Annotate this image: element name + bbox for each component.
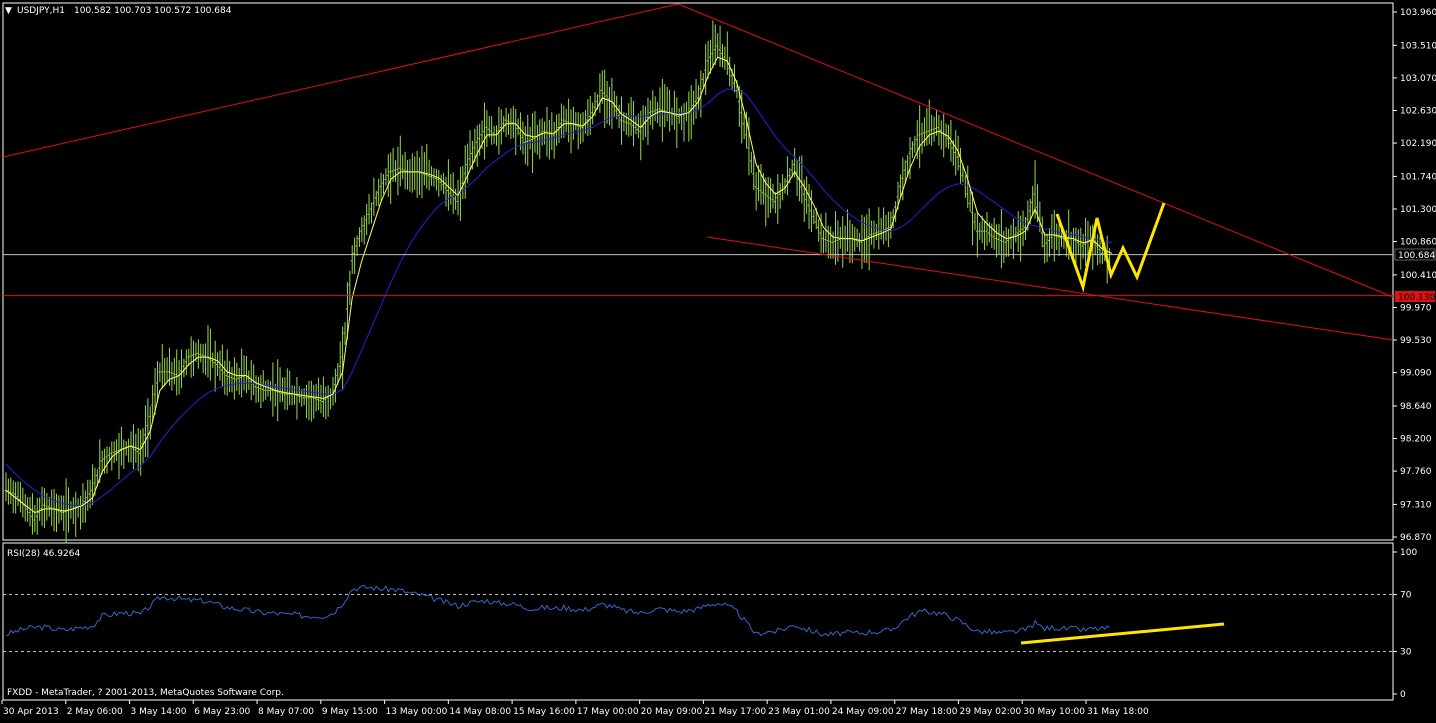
time-tick-label: 8 May 07:00	[258, 707, 314, 717]
time-tick-label: 23 May 01:00	[768, 707, 830, 717]
time-tick-label: 20 May 09:00	[641, 707, 703, 717]
price-tick-label: 99.530	[1400, 336, 1432, 346]
price-tick-label: 97.310	[1400, 500, 1432, 510]
red-level-text: 100.130	[1398, 293, 1435, 303]
time-tick-label: 27 May 18:00	[896, 707, 958, 717]
time-tick-label: 30 May 10:00	[1023, 707, 1085, 717]
time-tick-label: 21 May 17:00	[704, 707, 766, 717]
price-tick-label: 98.200	[1400, 435, 1432, 445]
symbol-label: USDJPY,H1	[17, 6, 65, 16]
price-tick-label: 103.070	[1400, 74, 1436, 84]
price-tick-label: 100.860	[1400, 238, 1436, 248]
time-tick-label: 13 May 00:00	[386, 707, 448, 717]
rsi-tick-label: 30	[1400, 647, 1412, 657]
chart-svg[interactable]: 103.960 103.510 103.070 102.630 102.190 101.7…	[0, 0, 1436, 719]
price-tick-label: 102.190	[1400, 139, 1436, 149]
dropdown-arrow-icon[interactable]: ▼	[5, 6, 12, 16]
time-tick-label: 2 May 06:00	[67, 707, 123, 717]
rsi-tick-label: 0	[1400, 690, 1406, 700]
time-tick-label: 31 May 18:00	[1087, 707, 1149, 717]
copyright-text: FXDD - MetaTrader, ? 2001-2013, MetaQuot…	[7, 688, 284, 698]
rsi-tick-label: 70	[1400, 591, 1412, 601]
ohlc-values: 100.582 100.703 100.572 100.684	[74, 6, 232, 16]
time-tick-label: 30 Apr 2013	[3, 707, 59, 717]
rsi-tick-label: 100	[1400, 548, 1417, 558]
price-tick-label: 99.090	[1400, 369, 1432, 379]
time-tick-label: 3 May 14:00	[131, 707, 187, 717]
time-tick-label: 29 May 02:00	[959, 707, 1021, 717]
time-tick-label: 9 May 15:00	[322, 707, 378, 717]
time-tick-label: 24 May 09:00	[832, 707, 894, 717]
price-tick-label: 101.300	[1400, 205, 1436, 215]
price-tick-label: 103.510	[1400, 41, 1436, 51]
time-tick-label: 6 May 23:00	[194, 707, 250, 717]
price-tick-label: 98.640	[1400, 402, 1432, 412]
price-tick-label: 97.760	[1400, 467, 1432, 477]
price-tick-label: 99.970	[1400, 303, 1432, 313]
price-tick-label: 102.630	[1400, 106, 1436, 116]
price-tick-label: 96.870	[1400, 533, 1432, 543]
price-tick-label: 101.740	[1400, 172, 1436, 182]
current-price-text: 100.684	[1398, 251, 1435, 261]
price-tick-label: 100.410	[1400, 271, 1436, 281]
time-tick-label: 17 May 00:00	[577, 707, 639, 717]
chart-window[interactable]: 103.960 103.510 103.070 102.630 102.190 101.7…	[0, 0, 1436, 719]
price-tick-label: 103.960	[1400, 8, 1436, 18]
time-tick-label: 14 May 08:00	[449, 707, 511, 717]
rsi-label: RSI(28) 46.9264	[7, 549, 80, 559]
time-tick-label: 15 May 16:00	[513, 707, 575, 717]
